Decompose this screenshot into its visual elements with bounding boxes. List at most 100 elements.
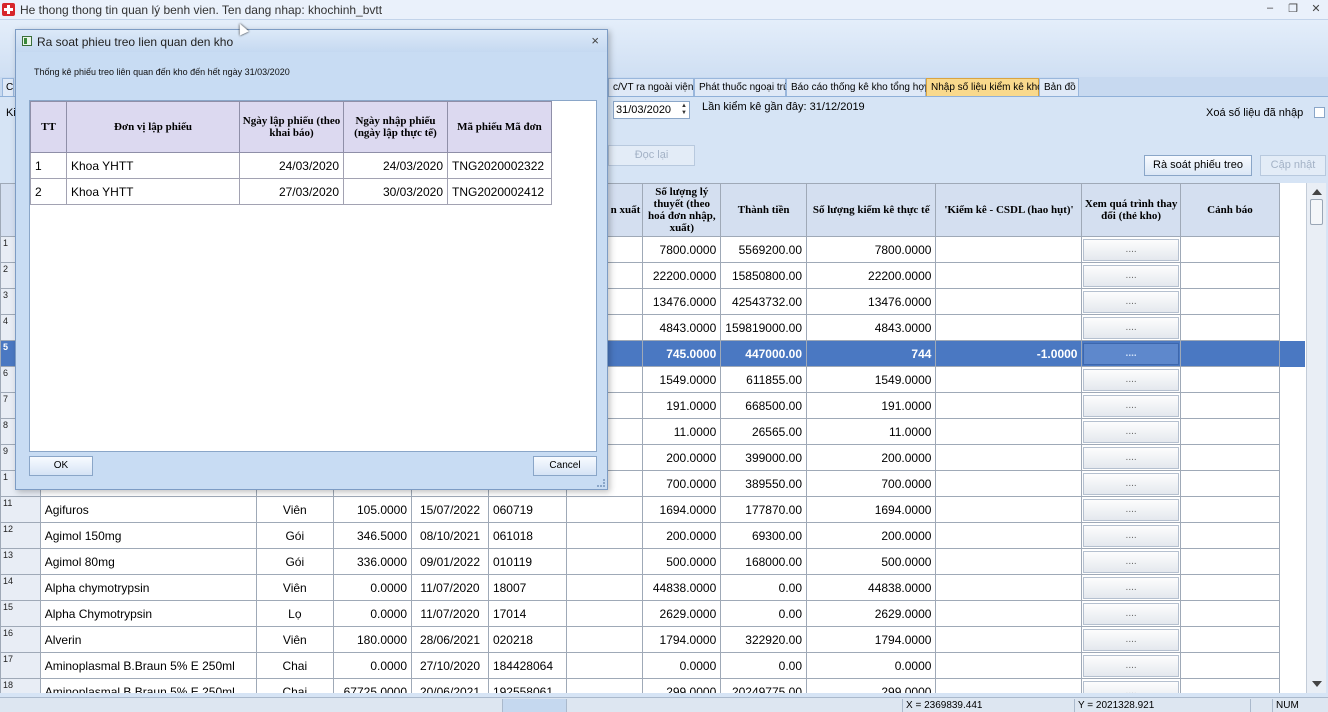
cell-created: 24/03/2020: [239, 152, 344, 179]
cell-actual[interactable]: 1549.0000: [806, 366, 937, 393]
scroll-thumb[interactable]: [1310, 199, 1323, 225]
cell-filler: [1280, 523, 1306, 549]
history-button[interactable]: ....: [1083, 498, 1179, 521]
scroll-up-icon[interactable]: [1312, 189, 1322, 195]
history-button[interactable]: ....: [1083, 420, 1179, 443]
reload-button[interactable]: Đọc lại: [608, 145, 695, 166]
tab-warehouse-report[interactable]: Báo cáo thống kê kho tổng hợp: [786, 78, 930, 96]
tab-map[interactable]: Bản đồ: [1039, 78, 1079, 96]
minimize-button[interactable]: –: [1260, 2, 1280, 17]
last-inventory-label: Lần kiểm kê gần đây: 31/12/2019: [702, 101, 865, 113]
cell-amount: 399000.00: [720, 444, 808, 471]
cell-actual[interactable]: 2629.0000: [806, 600, 937, 627]
clear-entered-label: Xoá số liệu đã nhập: [1206, 107, 1304, 119]
cell-amount: 69300.00: [720, 522, 808, 549]
table-row[interactable]: 18 Aminoplasmal B.Braun 5% E 250ml Chai 677…: [0, 678, 1306, 693]
history-button[interactable]: ....: [1083, 602, 1179, 625]
history-button[interactable]: ....: [1083, 576, 1179, 599]
tab-partial[interactable]: C: [2, 78, 14, 96]
cell-actual[interactable]: 299.0000: [806, 678, 937, 693]
history-button[interactable]: ....: [1083, 368, 1179, 391]
history-button[interactable]: ....: [1083, 316, 1179, 339]
table-row[interactable]: 15 Alpha Chymotrypsin Lọ 0.0000 11/07/2020 17…: [0, 600, 1306, 627]
cell-actual[interactable]: 1794.0000: [806, 626, 937, 653]
restore-button[interactable]: ❐: [1283, 2, 1303, 17]
dialog-subtitle: Thống kê phiếu treo liên quan đến kho đế…: [34, 67, 290, 77]
cell-filler: [1280, 263, 1306, 289]
cell-history: ....: [1081, 236, 1181, 263]
cell-actual[interactable]: 200.0000: [806, 444, 937, 471]
cell-history: ....: [1081, 678, 1181, 693]
cell-actual[interactable]: 4843.0000: [806, 314, 937, 341]
cell-lot: 020218: [487, 626, 567, 653]
cell-warning: [1179, 678, 1281, 693]
table-row[interactable]: 12 Agimol 150mg Gói 346.5000 08/10/2021 06101…: [0, 522, 1306, 549]
history-button[interactable]: ....: [1083, 394, 1179, 417]
close-window-button[interactable]: ✕: [1306, 2, 1326, 17]
history-button[interactable]: ....: [1083, 290, 1179, 313]
cell-actual[interactable]: 44838.0000: [806, 574, 937, 601]
review-pending-button[interactable]: Rà soát phiếu treo: [1144, 155, 1252, 176]
history-button[interactable]: ....: [1083, 524, 1179, 547]
cell-expiry: 15/07/2022: [411, 496, 489, 523]
cell-filler: [1280, 471, 1306, 497]
history-button[interactable]: ....: [1083, 472, 1179, 495]
cell-actual[interactable]: 1694.0000: [806, 496, 937, 523]
table-row[interactable]: 17 Aminoplasmal B.Braun 5% E 250ml Chai 0.0…: [0, 652, 1306, 679]
cell-amount: 447000.00: [720, 340, 808, 367]
cell-history: ....: [1081, 574, 1181, 601]
tab-outside-hospital[interactable]: c/VT ra ngoài viện: [608, 78, 694, 96]
date-spinner-icon[interactable]: ▲ ▼: [681, 103, 687, 117]
table-row[interactable]: 1 Khoa YHTT 24/03/2020 24/03/2020 TNG202…: [30, 152, 552, 179]
cell-actual[interactable]: 500.0000: [806, 548, 937, 575]
cell-actual[interactable]: 200.0000: [806, 522, 937, 549]
history-button[interactable]: ....: [1083, 628, 1179, 651]
cell-lot: 18007: [487, 574, 567, 601]
history-button[interactable]: ....: [1083, 342, 1179, 365]
dialog-title: Ra soat phieu treo lien quan den kho: [37, 35, 234, 49]
cell-warning: [1179, 522, 1281, 549]
cell-history: ....: [1081, 444, 1181, 471]
tab-outpatient-dispensing[interactable]: Phát thuốc ngoại trú: [694, 78, 789, 96]
cell-actual[interactable]: 191.0000: [806, 392, 937, 419]
table-row[interactable]: 2 Khoa YHTT 27/03/2020 30/03/2020 TNG202…: [30, 178, 552, 205]
cell-actual[interactable]: 744: [806, 340, 937, 367]
table-row[interactable]: 13 Agimol 80mg Gói 336.0000 09/01/2022 010119…: [0, 548, 1306, 575]
cell-actual[interactable]: 0.0000: [806, 652, 937, 679]
grid-vertical-scrollbar[interactable]: [1306, 183, 1326, 693]
cell-actual[interactable]: 13476.0000: [806, 288, 937, 315]
history-button[interactable]: ....: [1083, 550, 1179, 573]
cell-export: [565, 652, 644, 679]
cancel-button[interactable]: Cancel: [533, 456, 597, 476]
cell-diff: [935, 262, 1083, 289]
history-button[interactable]: ....: [1083, 264, 1179, 287]
clear-entered-checkbox[interactable]: [1314, 107, 1325, 118]
table-row[interactable]: 16 Alverin Viên 180.0000 28/06/2021 020218 179…: [0, 626, 1306, 653]
history-button[interactable]: ....: [1083, 238, 1179, 261]
history-button[interactable]: ....: [1083, 654, 1179, 677]
col-entered-date: Ngày nhập phiếu (ngày lập thực tế): [343, 101, 448, 153]
cell-price: 336.0000: [333, 548, 413, 575]
cell-actual[interactable]: 22200.0000: [806, 262, 937, 289]
scroll-down-icon[interactable]: [1312, 681, 1322, 687]
cell-history: ....: [1081, 652, 1181, 679]
cell-price: 346.5000: [333, 522, 413, 549]
inventory-date-input[interactable]: 31/03/2020 ▲ ▼: [613, 101, 690, 119]
cell-filler: [1280, 549, 1306, 575]
cell-actual[interactable]: 11.0000: [806, 418, 937, 445]
tab-inventory-entry[interactable]: Nhập số liệu kiểm kê kho: [926, 78, 1043, 96]
resize-grip-icon[interactable]: [597, 479, 605, 487]
row-number: 14: [0, 574, 41, 601]
update-button[interactable]: Cập nhật: [1260, 155, 1326, 176]
ok-button[interactable]: OK: [29, 456, 93, 476]
cell-history: ....: [1081, 314, 1181, 341]
dialog-close-icon[interactable]: ×: [591, 33, 599, 48]
history-button[interactable]: ....: [1083, 680, 1179, 693]
table-row[interactable]: 11 Agifuros Viên 105.0000 15/07/2022 060719 16…: [0, 496, 1306, 523]
cell-name: Aminoplasmal B.Braun 5% E 250ml: [39, 652, 257, 679]
col-diff: 'Kiểm kê - CSDL (hao hụt)': [935, 183, 1083, 237]
table-row[interactable]: 14 Alpha chymotrypsin Viên 0.0000 11/07/2020…: [0, 574, 1306, 601]
cell-actual[interactable]: 700.0000: [806, 470, 937, 497]
cell-actual[interactable]: 7800.0000: [806, 236, 937, 263]
history-button[interactable]: ....: [1083, 446, 1179, 469]
